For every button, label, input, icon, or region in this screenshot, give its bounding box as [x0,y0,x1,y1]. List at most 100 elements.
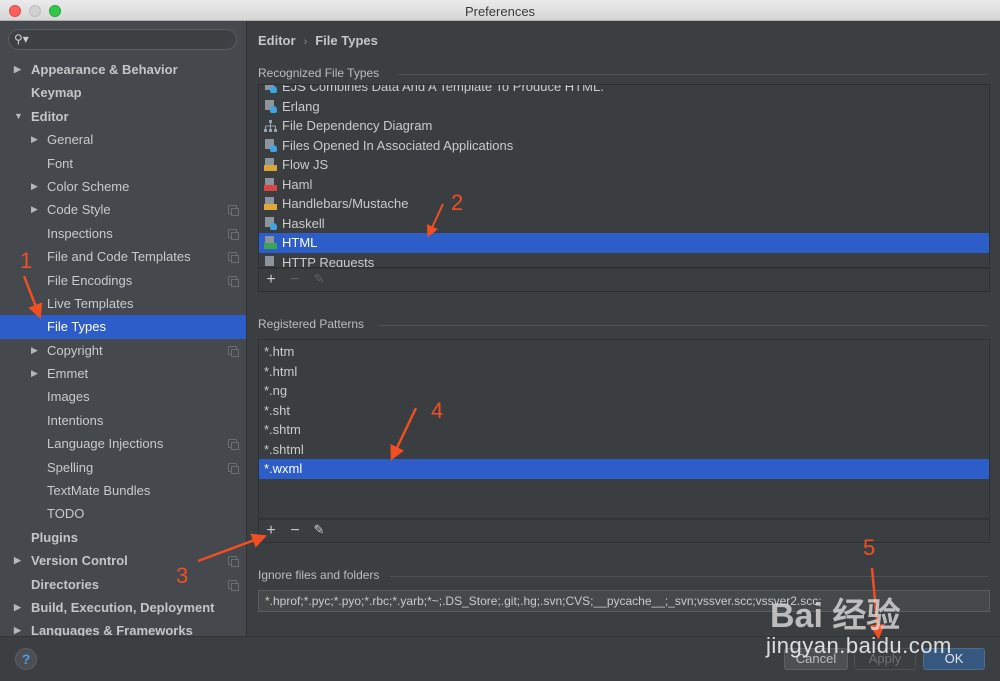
sidebar-item-label: Color Scheme [47,178,130,194]
sidebar-item[interactable]: Intentions [0,409,246,432]
sidebar-item-label: General [47,132,94,148]
recognized-file-types-list[interactable]: EJS Combines Data And A Template To Prod… [258,84,990,268]
file-type-row[interactable]: HTTP Requests [259,253,989,268]
sidebar-item[interactable]: Live Templates [0,292,246,315]
sidebar-item-label: Plugins [31,529,78,545]
sidebar-item-label: Keymap [31,85,82,101]
sidebar-item[interactable]: ▶ Version Control [0,549,246,572]
diagram-file-icon [264,119,277,132]
sidebar-item-label: Spelling [47,459,94,475]
sidebar-item[interactable]: File and Code Templates [0,245,246,268]
sidebar-item[interactable]: Images [0,385,246,408]
sidebar-item[interactable]: Language Injections [0,432,246,455]
help-button[interactable]: ? [15,648,37,670]
sidebar-item[interactable]: TODO [0,502,246,525]
remove-file-type-button[interactable]: − [287,271,303,289]
sidebar-item[interactable]: ▶ Color Scheme [0,175,246,198]
pattern-row[interactable]: *.htm [259,342,989,362]
sidebar-item[interactable]: Spelling [0,456,246,479]
recognized-file-types-heading: Recognized File Types [258,66,380,80]
file-type-label: File Dependency Diagram [282,118,433,133]
expand-right-icon[interactable]: ▶ [14,596,21,619]
sidebar-item[interactable]: ▼ Editor [0,105,246,128]
file-type-row[interactable]: Haskell [259,214,989,234]
divider [390,576,988,577]
expand-right-icon[interactable]: ▶ [14,619,21,636]
sidebar-item[interactable]: Directories [0,573,246,596]
expand-right-icon[interactable]: ▶ [31,128,38,151]
sidebar-item-label: Language Injections [47,436,164,452]
file-type-row[interactable]: Haml [259,175,989,195]
generic-file-icon [264,99,277,113]
expand-right-icon[interactable]: ▶ [14,549,21,572]
edit-file-type-button[interactable]: ✎ [311,271,327,287]
file-type-label: Files Opened In Associated Applications [282,137,514,153]
sidebar-item-label: Code Style [47,202,111,218]
sidebar-item[interactable]: ▶ Build, Execution, Deployment [0,596,246,619]
sidebar-item[interactable]: ▶ Appearance & Behavior [0,58,246,81]
sidebar-item[interactable]: File Encodings [0,269,246,292]
file-type-row[interactable]: HTML [259,233,989,253]
sidebar-item-label: Intentions [47,412,104,428]
sidebar-item-label: Editor [31,108,69,124]
title-bar: Preferences [0,0,1000,21]
file-type-row[interactable]: Flow JS [259,155,989,175]
sidebar-item-label: Copyright [47,342,103,358]
pattern-row[interactable]: *.ng [259,381,989,401]
breadcrumb-parent[interactable]: Editor [258,33,296,48]
file-type-row[interactable]: Files Opened In Associated Applications [259,136,989,156]
settings-search-input[interactable]: ⚲▾ [8,29,237,50]
sidebar-item-label: Emmet [47,366,89,382]
file-type-row[interactable]: File Dependency Diagram [259,116,989,136]
expand-right-icon[interactable]: ▶ [31,362,38,385]
annotation-1: 1 [20,248,33,273]
divider [398,74,988,75]
sidebar-item[interactable]: ▶ General [0,128,246,151]
registered-patterns-list[interactable]: *.htm *.html *.ng *.sht *.shtm *.shtml *.wxml [258,339,990,519]
search-icon: ⚲▾ [14,32,29,46]
sidebar-item[interactable]: Inspections [0,222,246,245]
sidebar-item-label: File Types [47,319,107,335]
breadcrumb-current: File Types [315,33,378,48]
remove-pattern-button[interactable]: − [287,522,303,540]
sidebar-item[interactable]: ▶ Emmet [0,362,246,385]
sidebar-item[interactable]: File Types [0,315,246,339]
expand-down-icon[interactable]: ▼ [14,105,23,128]
edit-pattern-button[interactable]: ✎ [311,522,327,538]
sidebar-item[interactable]: ▶ Copyright [0,339,246,362]
sidebar-item-label: Images [47,389,90,405]
expand-right-icon[interactable]: ▶ [31,198,38,221]
file-type-label: Handlebars/Mustache [282,196,409,211]
sidebar-item[interactable]: TextMate Bundles [0,479,246,502]
pattern-row[interactable]: *.wxml [259,459,989,479]
add-pattern-button[interactable]: + [263,522,279,540]
file-type-row[interactable]: Handlebars/Mustache [259,194,989,214]
plain-file-icon [264,255,277,268]
pattern-row[interactable]: *.html [259,362,989,382]
ignore-files-heading: Ignore files and folders [258,568,380,582]
file-type-label: HTTP Requests [282,254,375,268]
pattern-row[interactable]: *.shtml [259,440,989,460]
pattern-row[interactable]: *.sht [259,401,989,421]
annotation-3: 3 [176,563,189,588]
expand-right-icon[interactable]: ▶ [31,339,38,362]
sidebar-item-label: Build, Execution, Deployment [31,599,215,615]
sidebar-item[interactable]: Font [0,152,246,175]
sidebar-item[interactable]: Keymap [0,81,246,104]
pattern-row[interactable]: *.shtm [259,420,989,440]
sidebar-item-label: Languages & Frameworks [31,623,193,636]
sidebar-item[interactable]: Plugins [0,526,246,549]
file-type-row[interactable]: EJS Combines Data And A Template To Prod… [259,85,989,97]
file-type-label: Erlang [282,98,320,114]
sidebar-item-label: Live Templates [47,295,134,311]
settings-tree: ▶ Appearance & Behavior Keymap ▼ Editor ▶ Gene… [0,58,246,636]
sidebar-item[interactable]: ▶ Languages & Frameworks [0,619,246,636]
expand-right-icon[interactable]: ▶ [31,175,38,198]
file-type-row[interactable]: Erlang [259,97,989,117]
annotation-4: 4 [431,398,444,423]
add-file-type-button[interactable]: + [263,271,279,289]
sidebar-item[interactable]: ▶ Code Style [0,198,246,221]
divider [378,325,988,326]
file-type-label: HTML [282,235,318,250]
expand-right-icon[interactable]: ▶ [14,58,21,81]
